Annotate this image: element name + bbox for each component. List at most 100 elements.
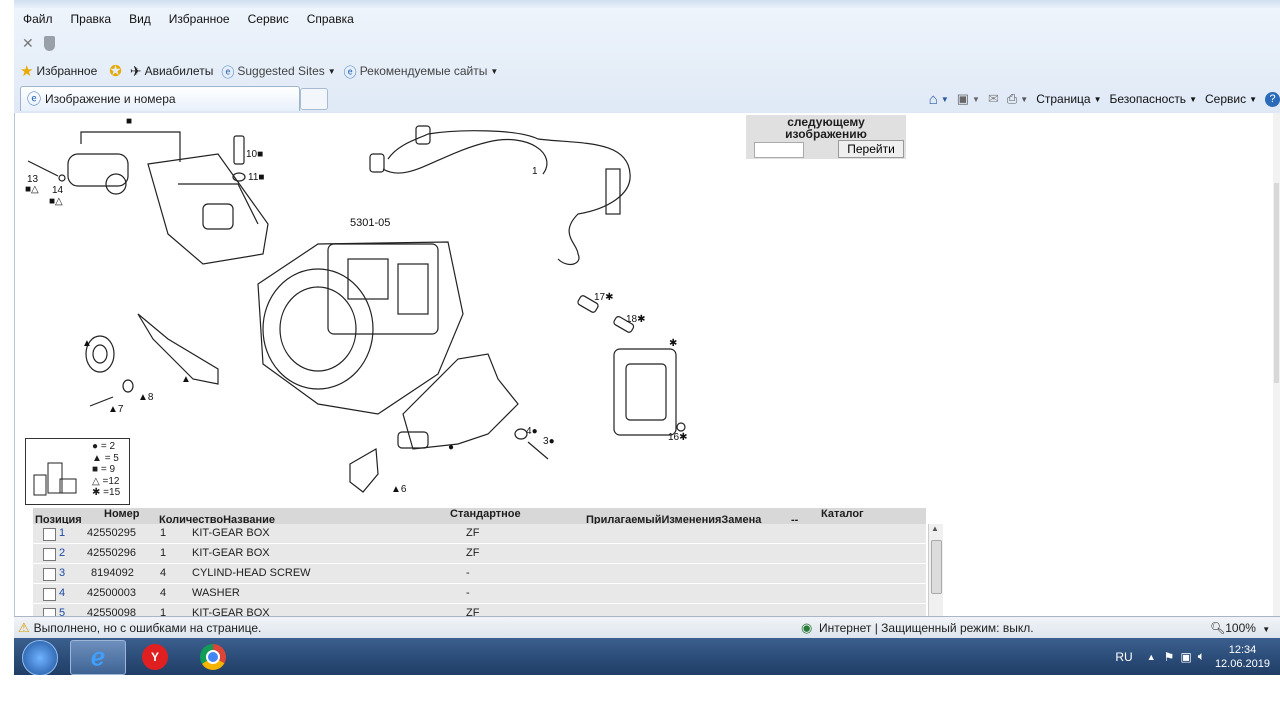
shift-fork-shape (137, 313, 219, 385)
zoom-level[interactable]: 🔍︎100% ▼ (1210, 621, 1270, 635)
screw-shape (233, 135, 245, 165)
page-menu[interactable]: Страница ▼ (1036, 92, 1101, 106)
row-position[interactable]: 3 (59, 567, 65, 579)
mail-icon[interactable]: ✉ (988, 91, 999, 107)
new-tab-button[interactable] (300, 88, 328, 110)
table-row[interactable]: 2 42550296 1 KIT-GEAR BOX ZF (33, 544, 926, 564)
callout-18-num: 18 (626, 314, 638, 325)
bottom-margin (0, 675, 1280, 720)
status-bar: ⚠ Выполнено, но с ошибками на странице. … (14, 616, 1280, 639)
flag-icon[interactable]: ⚑ (1164, 650, 1175, 664)
menu-tools[interactable]: Сервис (239, 12, 298, 26)
page-menu-label: Страница (1036, 92, 1091, 106)
row-position[interactable]: 5 (59, 607, 65, 616)
callout-13-marks: ■△ (25, 184, 39, 195)
page-scrollbar[interactable] (1273, 113, 1280, 616)
callout-10-num: 10 (246, 149, 258, 160)
left-margin (0, 0, 14, 720)
go-button[interactable]: Перейти (838, 140, 904, 158)
row-standard: ZF (466, 527, 480, 539)
zoom-value: 100% (1225, 621, 1256, 635)
add-favorite-button[interactable]: ✪ (109, 62, 122, 80)
row-position[interactable]: 4 (59, 587, 65, 599)
callout-4-num: 4 (526, 426, 532, 437)
menu-view[interactable]: Вид (120, 12, 160, 26)
table-row[interactable]: 3 8194092 4 CYLIND-HEAD SCREW - (33, 564, 926, 584)
table-row[interactable]: 4 42500003 4 WASHER - (33, 584, 926, 604)
diagram-title: 5301-05 (350, 217, 390, 229)
row-checkbox[interactable] (43, 548, 56, 561)
legend-entry: ● = 2 (92, 441, 116, 452)
address-row: ✕ (14, 30, 1280, 56)
row-checkbox[interactable] (43, 588, 56, 601)
row-standard: ZF (466, 547, 480, 559)
close-icon[interactable]: ✕ (22, 35, 34, 52)
table-scrollbar[interactable]: ▲ (928, 524, 943, 616)
menu-edit[interactable]: Правка (62, 12, 121, 26)
start-button[interactable] (22, 640, 58, 676)
row-position[interactable]: 1 (59, 527, 65, 539)
avia-link[interactable]: ✈ Авиабилеты (130, 63, 213, 80)
home-icon[interactable]: ⌂ ▼ (929, 91, 949, 108)
safety-menu-label: Безопасность (1109, 92, 1187, 106)
scroll-up-icon[interactable]: ▲ (931, 524, 939, 533)
menu-file[interactable]: Файл (14, 12, 62, 26)
language-indicator[interactable]: RU (1115, 650, 1132, 664)
row-checkbox[interactable] (43, 608, 56, 616)
suggested-sites-link[interactable]: ⓔ Suggested Sites ▼ (221, 62, 335, 81)
row-position[interactable]: 2 (59, 547, 65, 559)
row-name: CYLIND-HEAD SCREW (192, 567, 311, 579)
legend-entry: ✱ =15 (92, 487, 121, 498)
row-name: WASHER (192, 587, 240, 599)
row-qty: 1 (160, 527, 167, 539)
network-icon[interactable]: ▣ (1180, 650, 1191, 664)
table-row[interactable]: 5 42550098 1 KIT-GEAR BOX ZF (33, 604, 926, 616)
tab-active[interactable]: ⓔ Изображение и номера (20, 86, 300, 111)
clock[interactable]: 12:34 12.06.2019 (1215, 643, 1270, 671)
warning-icon[interactable]: ⚠ (18, 620, 30, 636)
row-number: 42550296 (87, 547, 136, 559)
chevron-down-icon: ▼ (327, 66, 336, 76)
legend-thumbnail (33, 462, 77, 496)
title-bar-strip (14, 0, 1280, 8)
print-icon[interactable]: ⎙ ▼ (1007, 91, 1028, 107)
row-standard: - (466, 587, 470, 599)
taskbar-yandex-button[interactable]: Y (128, 640, 182, 673)
volume-icon[interactable]: 🔈︎ (1198, 649, 1205, 664)
marker-triangle: ▲ (82, 338, 92, 349)
add-star-icon: ✪ (109, 63, 122, 80)
chevron-down-icon: ▼ (490, 66, 499, 76)
callout-18: 18✱ (626, 314, 646, 325)
row-checkbox[interactable] (43, 528, 56, 541)
row-standard: ZF (466, 607, 480, 616)
zoom-icon: 🔍︎ (1210, 621, 1226, 635)
recommended-sites-link[interactable]: ⓔ Рекомендуемые сайты ▼ (344, 62, 499, 81)
shield-icon[interactable] (43, 35, 55, 51)
plane-icon: ✈ (129, 62, 142, 79)
ie-page-icon: ⓔ (221, 64, 235, 80)
table-scroll-thumb[interactable] (931, 540, 942, 594)
row-checkbox[interactable] (43, 568, 56, 581)
callout-17: 17✱ (594, 292, 614, 303)
parts-table-header: Позиция Номер КоличествоНазвание Стандар… (33, 508, 926, 526)
safety-menu[interactable]: Безопасность ▼ (1110, 92, 1197, 106)
image-number-input[interactable] (754, 142, 804, 158)
gasket-shape (349, 448, 379, 493)
diagram-legend: ● = 2 ▲ = 5 ■ = 9 △ =12 ✱ =15 (25, 438, 130, 505)
header-number: Номер (104, 508, 140, 520)
clock-date: 12.06.2019 (1214, 657, 1270, 670)
connector-shape (605, 168, 621, 215)
taskbar-ie-button[interactable]: ℯ (70, 640, 126, 675)
favorites-button[interactable]: ★ Избранное (20, 62, 97, 80)
tray-expand-icon[interactable]: ▲ (1147, 652, 1156, 662)
service-menu[interactable]: Сервис ▼ (1205, 92, 1257, 106)
rss-icon[interactable]: ▣ ▼ (957, 91, 980, 107)
menu-help[interactable]: Справка (298, 12, 363, 26)
callout-7: ▲7 (108, 404, 124, 415)
taskbar-chrome-button[interactable] (186, 640, 240, 673)
menu-favorites[interactable]: Избранное (160, 12, 239, 26)
legend-entry: △ =12 (92, 475, 120, 487)
row-name: KIT-GEAR BOX (192, 527, 270, 539)
table-row[interactable]: 1 42550295 1 KIT-GEAR BOX ZF (33, 524, 926, 544)
help-icon[interactable]: ? (1265, 91, 1280, 107)
